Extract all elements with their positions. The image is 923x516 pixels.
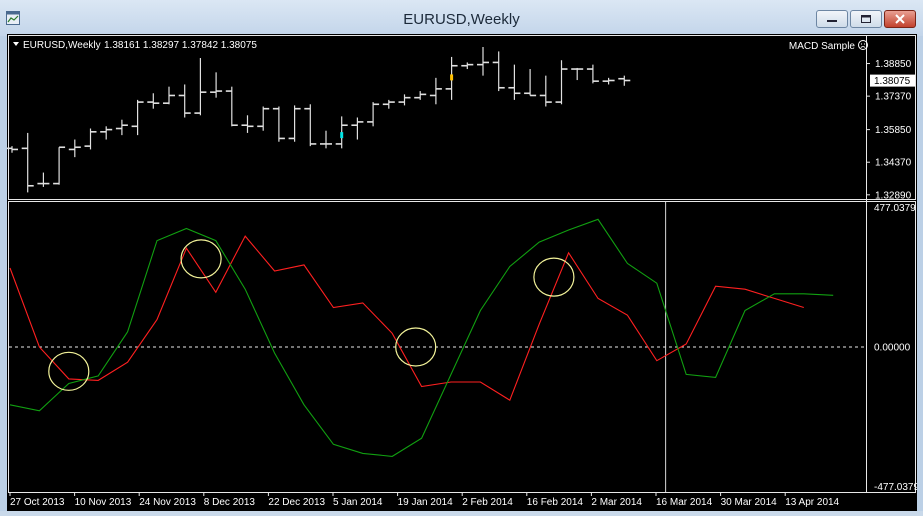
minimize-icon — [827, 20, 837, 22]
time-tick-label: 24 Nov 2013 — [139, 497, 196, 508]
restore-button[interactable] — [850, 10, 882, 28]
price-bar — [225, 86, 238, 127]
price-bar — [539, 75, 552, 107]
close-icon — [895, 14, 905, 24]
price-bar — [461, 62, 474, 70]
price-bar — [53, 146, 66, 185]
price-axis: 1.38850 1.37370 1.35850 1.34370 1.32890 1.380… — [866, 59, 915, 201]
price-bar — [382, 99, 395, 109]
signal-marker — [450, 74, 454, 81]
time-axis: 27 Oct 2013 10 Nov 2013 24 Nov 2013 8 Dec 2… — [9, 492, 840, 508]
price-bar — [37, 172, 50, 187]
price-bar — [178, 84, 191, 118]
price-bar — [414, 91, 427, 100]
price-bar — [351, 117, 364, 140]
price-bar — [163, 86, 175, 105]
time-tick-label: 16 Feb 2014 — [527, 497, 584, 508]
price-bar — [602, 77, 615, 85]
price-bar — [131, 99, 144, 136]
price-bar — [288, 105, 301, 142]
price-tick-label: 1.35850 — [875, 125, 912, 136]
price-bar — [492, 51, 505, 92]
minimize-button[interactable] — [816, 10, 848, 28]
price-bar — [100, 126, 113, 140]
macd-signal-line — [9, 235, 804, 402]
price-tick-label: 1.32890 — [875, 190, 912, 201]
macd-axis: 477.0379 0.00000 -477.0379 — [870, 203, 919, 493]
chart-borders — [8, 35, 916, 493]
restore-icon — [861, 15, 871, 23]
price-bar — [524, 69, 537, 97]
time-tick-label: 8 Dec 2013 — [204, 497, 256, 508]
price-bar — [398, 94, 411, 106]
price-bar — [429, 77, 442, 105]
indicator-name: MACD Sample — [789, 41, 856, 52]
price-bar — [257, 106, 270, 131]
price-bar — [241, 115, 254, 133]
price-bar — [84, 128, 97, 150]
window-title: EURUSD,Weekly — [403, 11, 520, 28]
price-bar — [555, 60, 568, 105]
price-bar — [147, 93, 160, 109]
price-bar — [508, 64, 521, 100]
price-tick-label: 1.37370 — [875, 92, 912, 103]
price-tick-label: 1.34370 — [875, 158, 912, 169]
price-bar — [272, 106, 285, 142]
price-bar — [618, 75, 631, 86]
price-bar — [194, 58, 207, 116]
time-tick-label: 27 Oct 2013 — [10, 497, 65, 508]
price-bar — [571, 67, 584, 81]
macd-main-line — [9, 218, 834, 457]
time-tick-label: 10 Nov 2013 — [75, 497, 132, 508]
macd-tick-label: 0.00000 — [874, 343, 911, 354]
ohlc-values: 1.38161 1.38297 1.37842 1.38075 — [104, 40, 257, 51]
current-price-label: 1.38075 — [874, 76, 911, 87]
title-bar[interactable]: EURUSD,Weekly — [0, 0, 923, 36]
price-bar — [68, 139, 81, 158]
macd-plot — [9, 202, 866, 492]
time-tick-label: 30 Mar 2014 — [721, 497, 778, 508]
time-tick-label: 2 Feb 2014 — [462, 497, 513, 508]
time-tick-label: 2 Mar 2014 — [591, 497, 642, 508]
chart-area[interactable]: EURUSD,Weekly 1.38161 1.38297 1.37842 1.… — [6, 34, 919, 511]
price-bar — [477, 47, 489, 76]
crossover-circle — [180, 239, 222, 279]
time-tick-label: 22 Dec 2013 — [268, 497, 325, 508]
chart-canvas[interactable]: EURUSD,Weekly 1.38161 1.38297 1.37842 1.… — [6, 34, 919, 511]
time-tick-label: 5 Jan 2014 — [333, 497, 383, 508]
macd-tick-label: 477.0379 — [874, 203, 916, 214]
price-bar — [304, 104, 317, 147]
price-bar — [115, 119, 128, 136]
symbol-label: EURUSD,Weekly — [23, 40, 101, 51]
price-bar — [367, 102, 380, 127]
time-tick-label: 13 Apr 2014 — [785, 497, 839, 508]
crossover-circle — [533, 257, 575, 297]
time-tick-label: 19 Jan 2014 — [398, 497, 453, 508]
price-bar — [586, 64, 599, 84]
price-bars — [6, 47, 631, 193]
chart-header: EURUSD,Weekly 1.38161 1.38297 1.37842 1.… — [13, 40, 868, 52]
macd-tick-label: -477.0379 — [874, 482, 917, 493]
close-button[interactable] — [884, 10, 916, 28]
price-tick-label: 1.38850 — [875, 59, 912, 70]
window: EURUSD,Weekly EURUSD,Weekly 1.38161 1.38… — [0, 0, 923, 511]
time-tick-label: 16 Mar 2014 — [656, 497, 713, 508]
price-bar — [21, 132, 34, 193]
price-bar — [210, 72, 223, 98]
dropdown-arrow-icon[interactable] — [13, 42, 19, 46]
crossover-circle — [48, 351, 90, 391]
price-bar — [320, 130, 332, 149]
signal-marker — [340, 132, 344, 139]
